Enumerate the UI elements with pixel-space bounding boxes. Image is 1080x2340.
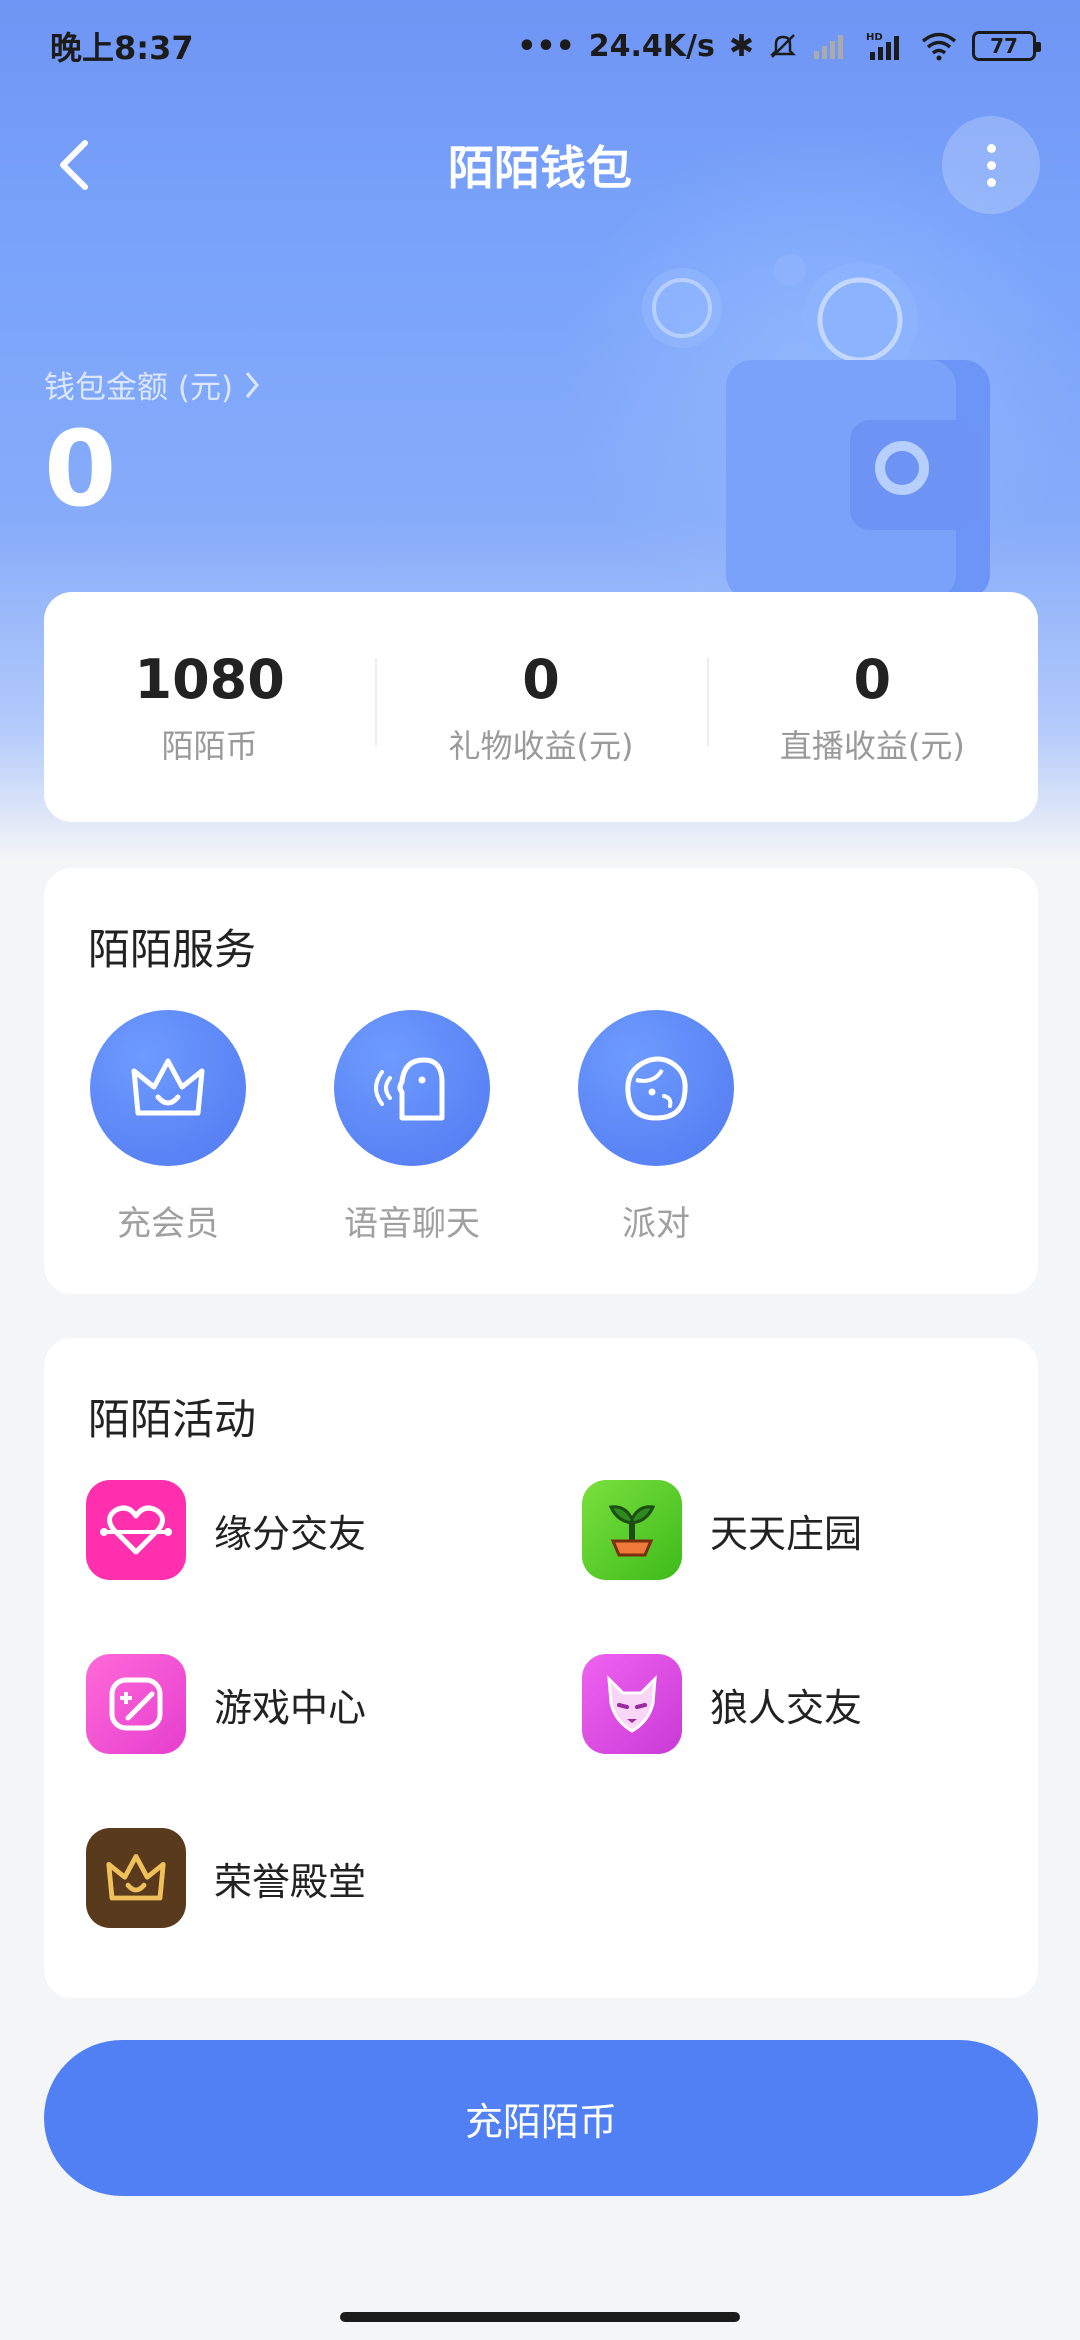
- activity-item-honor-hall[interactable]: 荣誉殿堂: [86, 1828, 366, 1928]
- activity-icon-bg: [86, 1480, 186, 1580]
- service-icon-bg: [578, 1010, 734, 1166]
- activity-icon-bg: [582, 1654, 682, 1754]
- signal-hd-icon: HD: [866, 32, 899, 60]
- wifi-icon: [921, 32, 957, 61]
- battery-level: 77: [990, 34, 1018, 58]
- services-card: 陌陌服务 充会员 语音聊天 派对: [44, 868, 1038, 1294]
- wolf-icon: [607, 1675, 657, 1733]
- activity-item-game-center[interactable]: 游戏中心: [86, 1654, 366, 1754]
- activity-label: 荣誉殿堂: [214, 1859, 367, 1904]
- wallet-balance-link[interactable]: 钱包金额 (元): [44, 362, 261, 407]
- services-title: 陌陌服务: [88, 925, 257, 974]
- home-indicator[interactable]: [340, 2312, 740, 2322]
- activity-item-dating[interactable]: 缘分交友: [86, 1480, 366, 1580]
- more-dot-icon: [986, 177, 996, 187]
- chevron-right-icon: [245, 371, 259, 398]
- activity-item-farm[interactable]: 天天庄园: [582, 1480, 862, 1580]
- activity-label: 缘分交友: [214, 1511, 367, 1556]
- signal-off-icon: [814, 35, 843, 59]
- stat-value: 0: [522, 647, 560, 711]
- recharge-coins-button[interactable]: 充陌陌币: [44, 2040, 1038, 2196]
- voice-chat-icon: [374, 1057, 445, 1121]
- bluetooth-icon: ✱: [728, 28, 754, 64]
- nav-bar: 陌陌钱包: [0, 100, 1080, 230]
- activity-icon-bg: [86, 1828, 186, 1928]
- wallet-amount: 0: [44, 408, 117, 530]
- stat-live-income[interactable]: 0 直播收益(元): [706, 647, 1038, 767]
- stat-value: 0: [853, 647, 892, 711]
- status-bar: 晚上8:37 ••• 24.4K/s ✱ HD 77: [0, 0, 1080, 92]
- crown-icon: [131, 1058, 205, 1116]
- service-icon-bg: [90, 1010, 246, 1166]
- stat-momo-coins[interactable]: 1080 陌陌币: [44, 648, 375, 767]
- activity-icon-bg: [86, 1654, 186, 1754]
- service-icon-bg: [334, 1010, 490, 1166]
- wallet-illustration-icon: [642, 254, 990, 600]
- party-icon: [625, 1056, 688, 1121]
- stat-label: 陌陌币: [161, 726, 258, 765]
- service-label: 派对: [622, 1204, 690, 1244]
- stats-card: 1080 陌陌币 0 礼物收益(元) 0 直播收益(元): [44, 592, 1038, 822]
- stat-label: 直播收益(元): [779, 726, 965, 765]
- stat-value: 1080: [134, 647, 285, 711]
- status-icons: ••• 24.4K/s ✱ HD 77: [517, 28, 1041, 64]
- gamepad-icon: [109, 1677, 163, 1731]
- activity-label: 游戏中心: [214, 1685, 367, 1730]
- mute-icon: [769, 34, 797, 58]
- more-dot-icon: [986, 160, 996, 170]
- service-label: 充会员: [117, 1204, 219, 1244]
- battery-icon: 77: [972, 31, 1041, 61]
- service-label: 语音聊天: [344, 1204, 480, 1244]
- service-vip[interactable]: 充会员: [88, 1010, 248, 1245]
- network-dots-icon: •••: [517, 28, 575, 64]
- sprout-icon: [608, 1505, 656, 1557]
- svg-text:HD: HD: [866, 32, 883, 43]
- activities-title: 陌陌活动: [88, 1395, 257, 1444]
- more-dot-icon: [986, 143, 996, 153]
- more-options-button[interactable]: [942, 116, 1040, 214]
- crown-icon: [106, 1854, 166, 1901]
- service-voice-chat[interactable]: 语音聊天: [332, 1010, 492, 1245]
- page-title: 陌陌钱包: [448, 141, 632, 195]
- heart-icon: [100, 1505, 172, 1555]
- service-party[interactable]: 派对: [576, 1010, 736, 1245]
- stat-gift-income[interactable]: 0 礼物收益(元): [375, 648, 706, 767]
- stat-label: 礼物收益(元): [448, 726, 634, 765]
- activity-label: 狼人交友: [710, 1685, 863, 1730]
- status-time: 晚上8:37: [50, 29, 194, 67]
- activity-label: 天天庄园: [710, 1511, 863, 1556]
- recharge-label: 充陌陌币: [464, 2099, 617, 2144]
- activity-item-werewolf[interactable]: 狼人交友: [582, 1654, 862, 1754]
- activity-icon-bg: [582, 1480, 682, 1580]
- wallet-label: 钱包金额 (元): [44, 370, 234, 406]
- activities-card: 陌陌活动 缘分交友 天天庄园 游戏中心 狼人交友 荣誉殿堂: [44, 1338, 1038, 1998]
- network-speed: 24.4K/s: [588, 28, 715, 64]
